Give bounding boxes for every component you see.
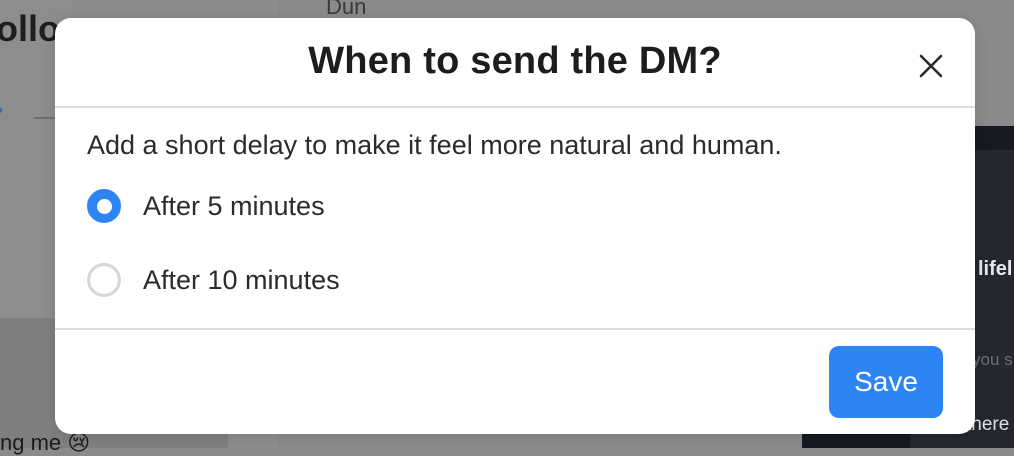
delay-option-10-minutes[interactable]: After 10 minutes	[87, 260, 340, 300]
radio-button-selected[interactable]	[87, 189, 121, 223]
close-icon	[919, 54, 943, 78]
delay-option-5-minutes[interactable]: After 5 minutes	[87, 186, 325, 226]
dialog-description: Add a short delay to make it feel more n…	[87, 130, 782, 160]
save-button[interactable]: Save	[829, 346, 943, 418]
dialog-footer: Save	[55, 330, 975, 434]
dialog-header: When to send the DM?	[55, 18, 975, 108]
delay-option-label: After 5 minutes	[143, 190, 325, 221]
close-button[interactable]	[911, 46, 951, 86]
background-right-fragment: you s	[972, 350, 1013, 369]
dm-timing-dialog: When to send the DM? Add a short delay t…	[55, 18, 975, 434]
dialog-body: Add a short delay to make it feel more n…	[55, 108, 975, 330]
delay-option-label: After 10 minutes	[143, 264, 340, 295]
background-title-fragment: ollo	[0, 8, 60, 49]
background-chevron-icon: ›	[0, 96, 3, 122]
background-right-fragment: lifel	[978, 258, 1013, 280]
radio-button-unselected[interactable]	[87, 263, 121, 297]
dialog-title: When to send the DM?	[308, 40, 722, 82]
background-top-fragment: Dun	[326, 0, 367, 19]
